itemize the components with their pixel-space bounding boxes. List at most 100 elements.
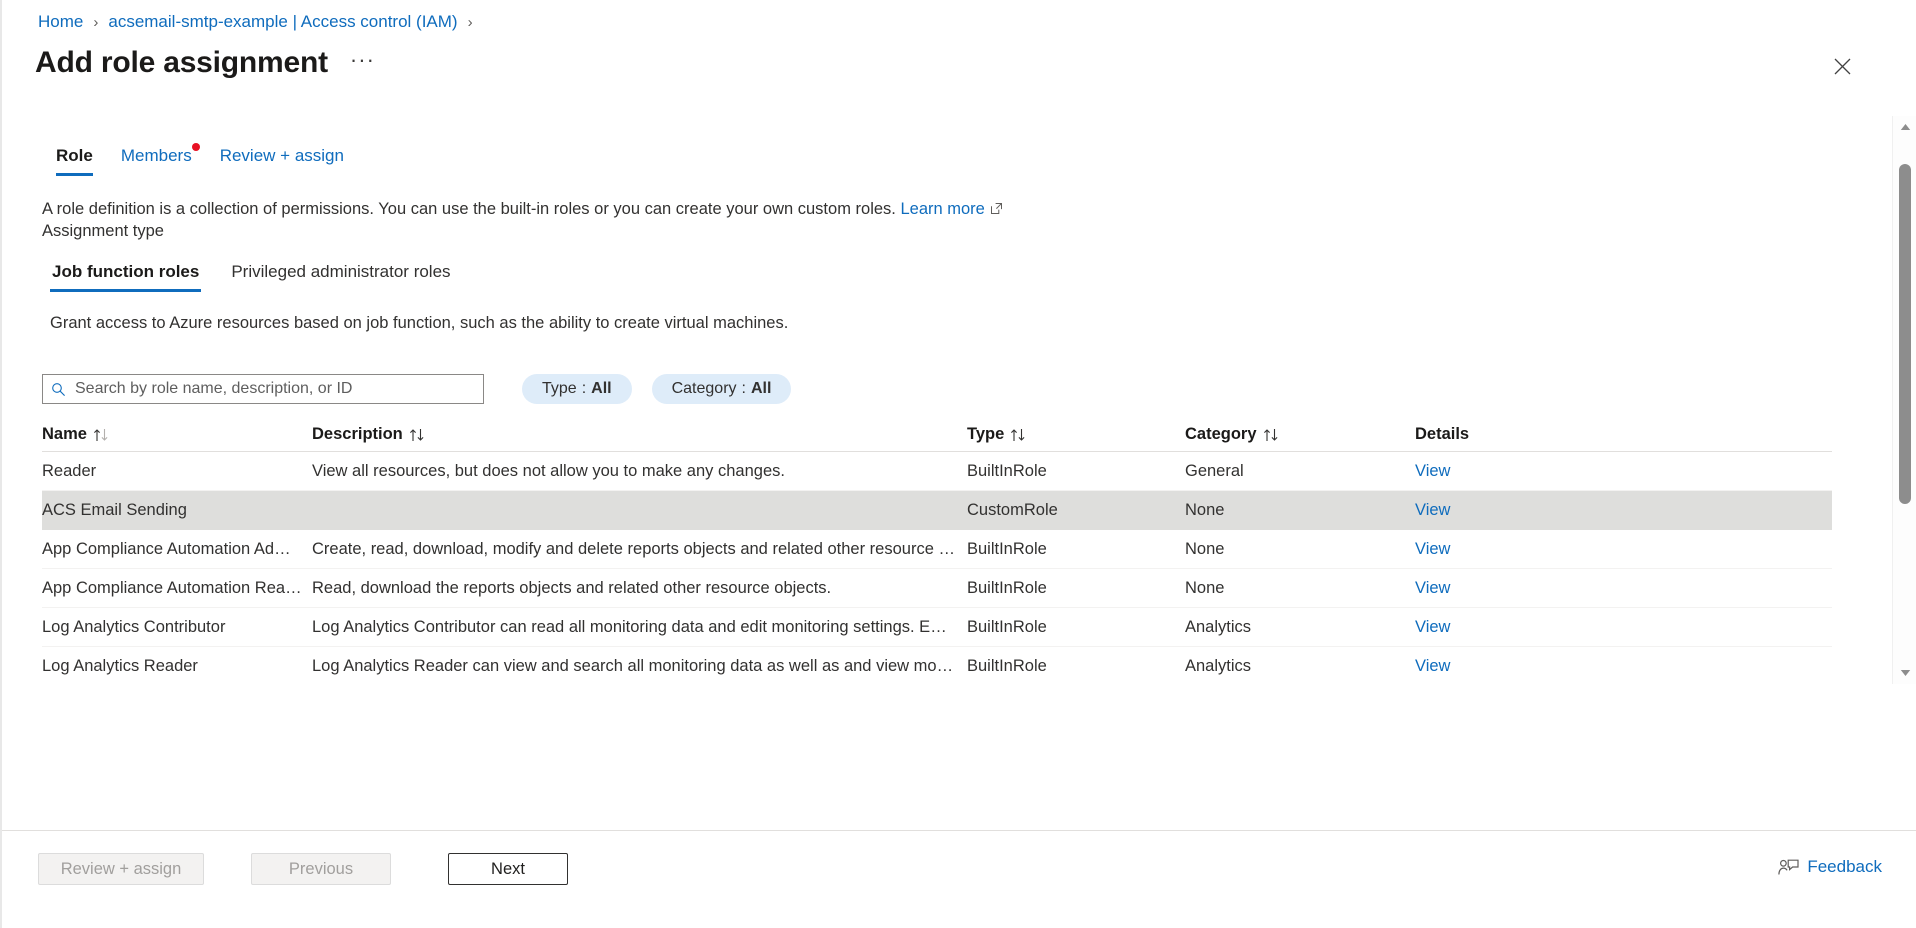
search-input[interactable] <box>73 379 475 399</box>
cell-details: View <box>1415 462 1535 481</box>
table-row[interactable]: Log Analytics Reader Log Analytics Reade… <box>42 647 1832 678</box>
external-link-icon <box>990 199 1003 221</box>
sort-icon <box>93 428 111 442</box>
cell-category: Analytics <box>1185 617 1252 636</box>
vertical-scrollbar[interactable] <box>1892 116 1916 684</box>
cell-name: Log Analytics Reader <box>42 656 198 675</box>
view-details-link[interactable]: View <box>1415 579 1450 597</box>
cell-details: View <box>1415 501 1535 520</box>
cell-description: Log Analytics Reader can view and search… <box>312 656 967 675</box>
cell-type: BuiltInRole <box>967 656 1047 675</box>
previous-button[interactable]: Previous <box>251 853 391 885</box>
cell-description: Create, read, download, modify and delet… <box>312 539 967 558</box>
learn-more-link[interactable]: Learn more <box>900 200 984 218</box>
table-row[interactable]: App Compliance Automation Reader Read, d… <box>42 569 1832 608</box>
search-icon <box>51 382 66 397</box>
cell-name: Log Analytics Contributor <box>42 617 226 636</box>
tab-members[interactable]: Members <box>107 142 206 178</box>
table-row[interactable]: App Compliance Automation Admi... Create… <box>42 530 1832 569</box>
subtab-job-function-roles[interactable]: Job function roles <box>50 258 202 294</box>
role-description-text: A role definition is a collection of per… <box>42 200 896 218</box>
cell-category: None <box>1185 539 1225 558</box>
filter-pill-type-name: Type <box>542 380 577 397</box>
page-title: Add role assignment <box>35 46 328 79</box>
column-header-name[interactable]: Name <box>42 425 312 444</box>
feedback-label: Feedback <box>1807 857 1882 876</box>
filter-pill-category-name: Category <box>671 380 737 397</box>
column-header-details: Details <box>1415 425 1535 444</box>
cell-type: CustomRole <box>967 500 1058 519</box>
cell-category: None <box>1185 578 1225 597</box>
cell-type: BuiltInRole <box>967 539 1047 558</box>
table-row[interactable]: Log Analytics Contributor Log Analytics … <box>42 608 1832 647</box>
breadcrumb-item-access-control[interactable]: acsemail-smtp-example | Access control (… <box>108 12 457 32</box>
search-box[interactable] <box>42 374 484 404</box>
cell-description: Log Analytics Contributor can read all m… <box>312 617 966 636</box>
members-required-badge-icon <box>191 143 200 151</box>
table-row[interactable]: Reader View all resources, but does not … <box>42 452 1832 491</box>
cell-details: View <box>1415 618 1535 637</box>
cell-type: BuiltInRole <box>967 461 1047 480</box>
cell-description: View all resources, but does not allow y… <box>312 461 785 480</box>
tab-review-assign-label: Review + assign <box>219 146 344 165</box>
scroll-up-icon[interactable] <box>1893 116 1916 138</box>
previous-button-label: Previous <box>288 859 354 878</box>
blade-content: Role Members Review + assign A role defi… <box>2 118 1876 678</box>
breadcrumb: Home › acsemail-smtp-example | Access co… <box>38 12 473 32</box>
sort-icon <box>409 428 427 442</box>
column-header-category[interactable]: Category <box>1185 425 1415 444</box>
breadcrumb-item-home[interactable]: Home <box>38 12 83 32</box>
cell-description: Read, download the reports objects and r… <box>312 578 832 597</box>
tab-review-assign[interactable]: Review + assign <box>206 142 358 178</box>
cell-name: Reader <box>42 461 97 480</box>
view-details-link[interactable]: View <box>1415 501 1450 519</box>
column-header-name-label: Name <box>42 425 87 443</box>
blade-footer: Review + assign Previous Next Feedback <box>2 830 1916 928</box>
tab-role[interactable]: Role <box>42 142 107 178</box>
filter-pill-category-value: All <box>750 380 772 397</box>
feedback-link[interactable]: Feedback <box>1778 857 1882 877</box>
view-details-link[interactable]: View <box>1415 618 1450 636</box>
cell-category: General <box>1185 461 1244 480</box>
sort-icon <box>1010 428 1028 442</box>
grant-access-text: Grant access to Azure resources based on… <box>50 314 789 332</box>
filter-pill-category-separator: : <box>741 380 746 397</box>
column-header-description[interactable]: Description <box>312 425 967 444</box>
tab-role-label: Role <box>56 146 93 165</box>
subtab-privileged-administrator-roles-label: Privileged administrator roles <box>231 262 451 281</box>
review-assign-button-label: Review + assign <box>60 859 182 878</box>
table-row[interactable]: ACS Email Sending CustomRole None View <box>42 491 1832 530</box>
more-options-icon[interactable]: ··· <box>346 47 379 79</box>
cell-name: App Compliance Automation Admi... <box>42 539 306 558</box>
sort-icon <box>1263 428 1281 442</box>
title-row: Add role assignment ··· <box>35 44 379 82</box>
tab-members-label: Members <box>120 146 192 165</box>
view-details-link[interactable]: View <box>1415 657 1450 675</box>
cell-category: Analytics <box>1185 656 1252 675</box>
cell-type: BuiltInRole <box>967 617 1047 636</box>
close-button[interactable] <box>1826 50 1858 82</box>
next-button[interactable]: Next <box>448 853 568 885</box>
scrollbar-thumb[interactable] <box>1899 164 1911 504</box>
assignment-type-tabs: Job function roles Privileged administra… <box>50 258 481 294</box>
filter-pill-type[interactable]: Type : All <box>522 374 632 404</box>
scrollbar-track[interactable] <box>1893 138 1916 662</box>
cell-name: App Compliance Automation Reader <box>42 578 309 597</box>
column-header-description-label: Description <box>312 425 403 443</box>
breadcrumb-separator-icon-2: › <box>467 13 473 31</box>
review-assign-button[interactable]: Review + assign <box>38 853 204 885</box>
breadcrumb-separator-icon: › <box>93 13 99 31</box>
scroll-down-icon[interactable] <box>1893 662 1916 684</box>
view-details-link[interactable]: View <box>1415 462 1450 480</box>
subtab-privileged-administrator-roles[interactable]: Privileged administrator roles <box>229 258 452 294</box>
cell-category: None <box>1185 500 1225 519</box>
next-button-label: Next <box>491 859 525 878</box>
cell-details: View <box>1415 540 1535 559</box>
view-details-link[interactable]: View <box>1415 540 1450 558</box>
roles-toolbar: Type : All Category : All <box>42 374 792 404</box>
cell-details: View <box>1415 579 1535 598</box>
wizard-tabs: Role Members Review + assign <box>42 142 358 178</box>
add-role-assignment-blade: Home › acsemail-smtp-example | Access co… <box>0 0 1916 928</box>
filter-pill-category[interactable]: Category : All <box>651 374 792 404</box>
column-header-type[interactable]: Type <box>967 425 1185 444</box>
